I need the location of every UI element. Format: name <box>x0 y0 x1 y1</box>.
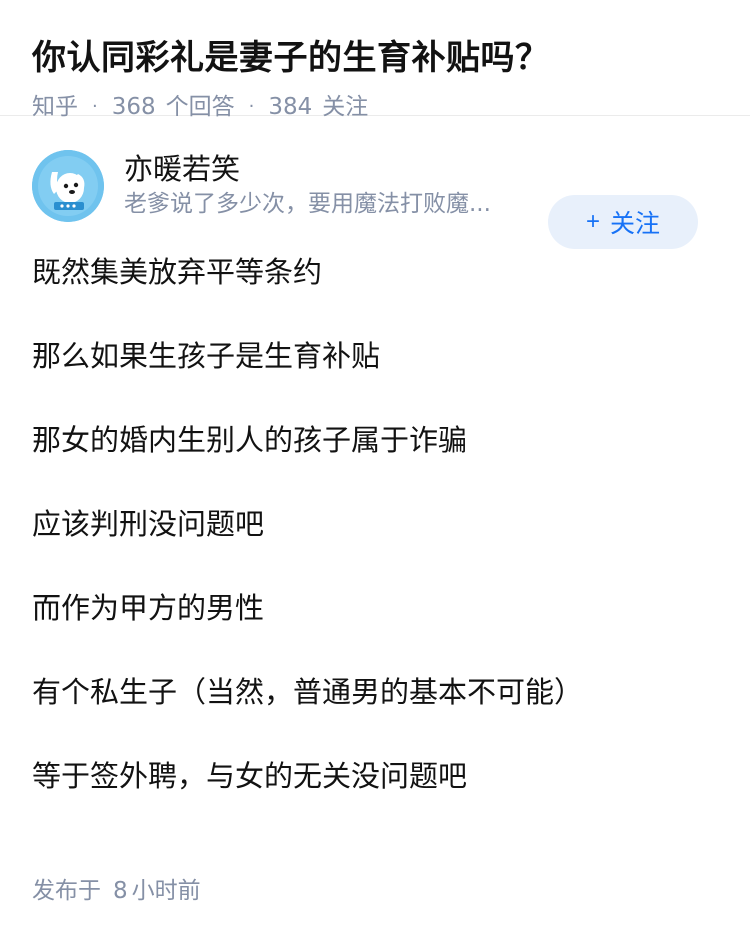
question-header: 你认同彩礼是妻子的生育补贴吗？ 知乎 · 368 个回答 · 384 关注 <box>0 0 750 120</box>
follow-button[interactable]: + 关注 <box>548 195 698 249</box>
published-time: 发布于 8 小时前 <box>32 874 201 908</box>
answer-line: 既然集美放弃平等条约 <box>32 255 323 289</box>
published-num: 8 <box>113 878 128 904</box>
answer-body: 既然集美放弃平等条约 那么如果生孩子是生育补贴 那女的婚内生别人的孩子属于诈骗 … <box>0 226 750 796</box>
answer-line: 等于签外聘，与女的无关没问题吧 <box>32 759 468 793</box>
follow-label: 关注 <box>610 210 661 238</box>
answer-line: 而作为甲方的男性 <box>32 591 265 625</box>
answer-line: 那女的婚内生别人的孩子属于诈骗 <box>32 423 468 457</box>
answer-line: 有个私生子（当然，普通男的基本不可能） <box>32 675 584 709</box>
plus-icon: + <box>585 208 600 235</box>
author-name[interactable]: 亦暖若笑 <box>124 150 544 188</box>
question-title[interactable]: 你认同彩礼是妻子的生育补贴吗？ <box>32 34 718 82</box>
answer-line: 应该判刑没问题吧 <box>32 507 265 541</box>
answer-line: 那么如果生孩子是生育补贴 <box>32 339 381 373</box>
cartoon-dog-avatar-icon <box>32 150 104 222</box>
published-suffix: 小时前 <box>131 878 201 904</box>
published-prefix: 发布于 <box>32 878 101 904</box>
avatar[interactable] <box>32 150 104 222</box>
author-info: 亦暖若笑 老爹说了多少次，要用魔法打败魔... <box>124 150 544 220</box>
author-bio: 老爹说了多少次，要用魔法打败魔... <box>124 191 491 217</box>
